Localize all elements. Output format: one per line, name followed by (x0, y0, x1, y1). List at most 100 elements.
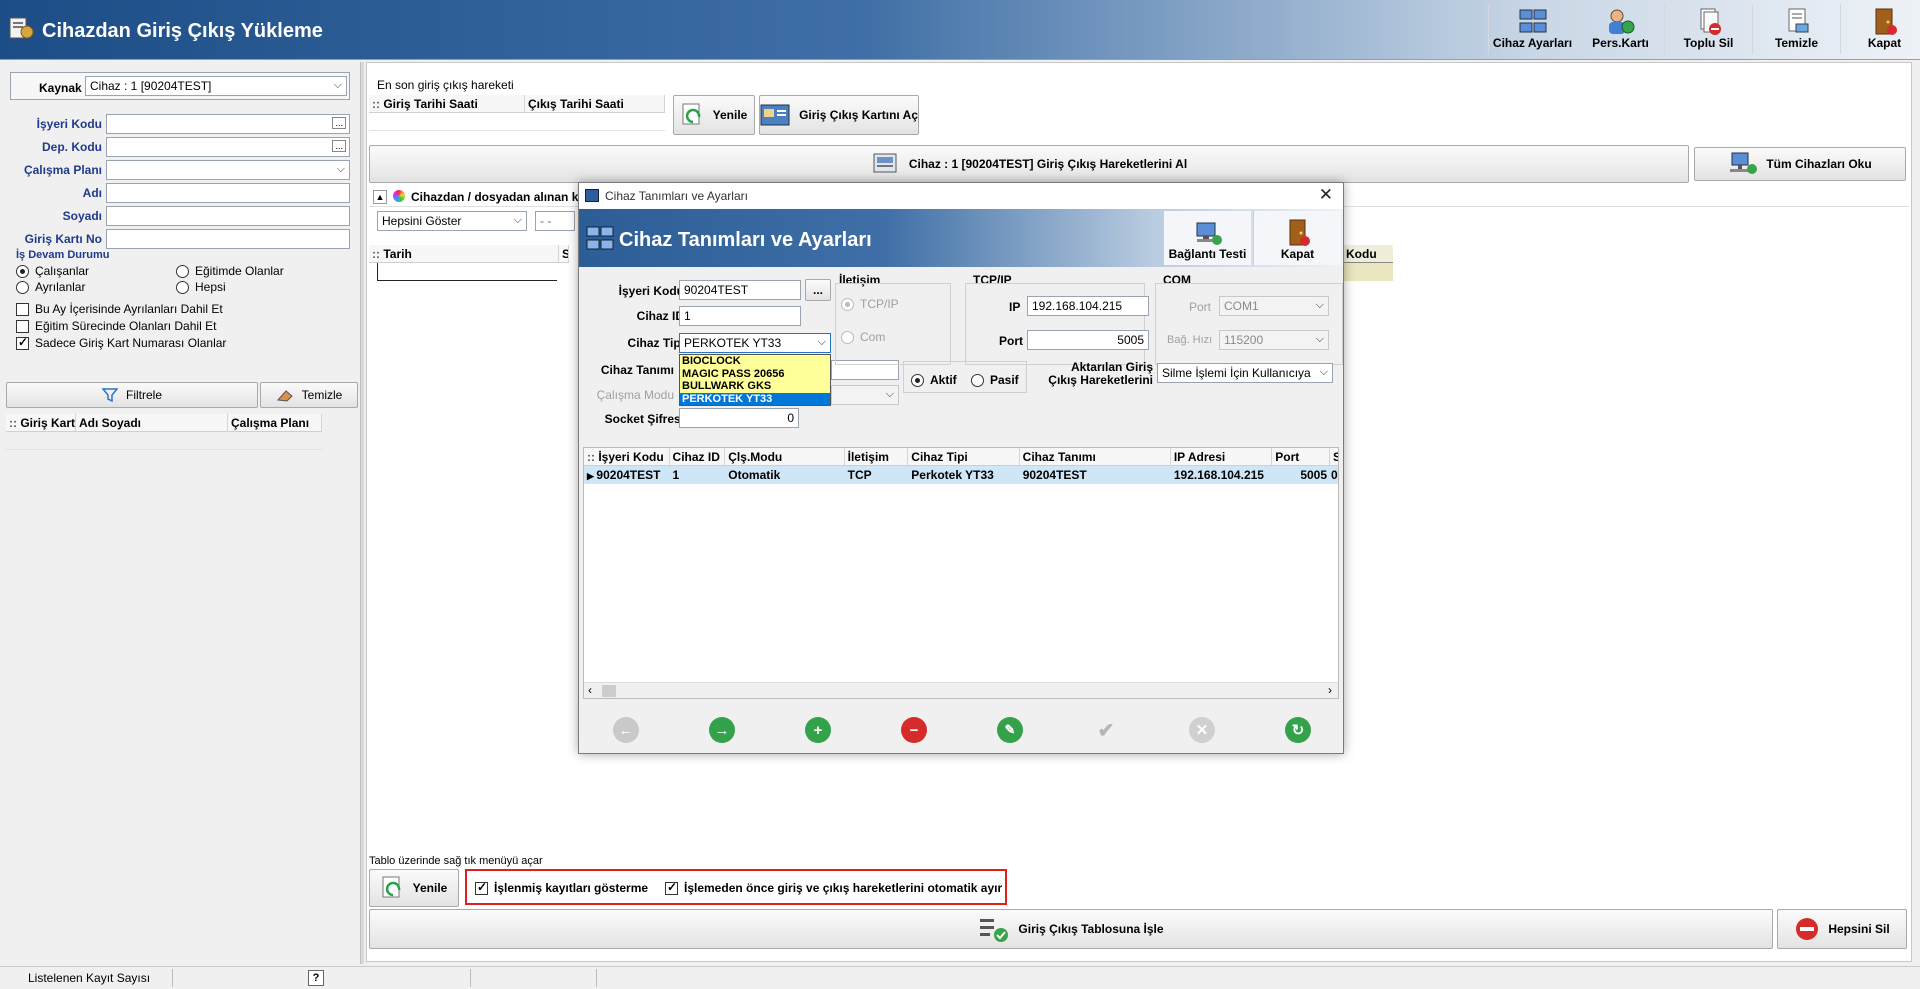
calisma-modu-select[interactable]: ⌵ (831, 385, 899, 405)
read-all-button[interactable]: Tüm Cihazları Oku (1694, 147, 1906, 181)
dialog-isyeri-kodu-input[interactable]: 90204TEST (679, 280, 801, 300)
filtrele-button[interactable]: Filtrele (6, 382, 258, 408)
baud-select[interactable]: 115200 ⌵ (1219, 330, 1329, 350)
ellipsis-button[interactable]: ... (332, 117, 346, 129)
nav-edit-button[interactable]: ✎ (997, 717, 1023, 743)
kaynak-select[interactable]: Cihaz : 1 [90204TEST] ⌵ (85, 76, 347, 96)
isyeri-kodu-label: İşyeri Kodu (36, 117, 102, 131)
cihaz-id-input[interactable]: 1 (679, 306, 801, 326)
personnel-card-button[interactable]: Pers.Kartı (1576, 4, 1664, 54)
calisma-plani-select[interactable]: ⌵ (106, 160, 350, 180)
isyeri-kodu-label: İşyeri Kodu (618, 284, 684, 298)
connection-test-button[interactable]: Bağlantı Testi (1163, 211, 1251, 265)
radio-aktif[interactable]: Aktif (911, 373, 957, 387)
panel-splitter[interactable] (360, 62, 364, 964)
radio-pasif[interactable]: Pasif (971, 373, 1019, 387)
grid-col-header[interactable]: Sa (559, 245, 569, 262)
grid-col-header[interactable]: İletişim (845, 448, 909, 465)
nav-cancel-button[interactable]: ✕ (1189, 717, 1215, 743)
grid-col-header[interactable]: Port (1272, 448, 1330, 465)
scroll-thumb[interactable] (602, 685, 616, 697)
scroll-right-icon[interactable]: › (1328, 683, 1332, 697)
nav-prev-button[interactable]: ← (613, 717, 639, 743)
adi-label: Adı (82, 186, 102, 200)
grid-col-header[interactable]: :: Tarih (369, 245, 559, 262)
card-open-button[interactable]: Giriş Çıkış Kartını Aç (759, 95, 919, 135)
help-button[interactable]: ? (308, 970, 324, 986)
nav-delete-button[interactable]: − (901, 717, 927, 743)
grid-col-header[interactable]: :: Giriş Tarihi Saati (369, 95, 525, 112)
dialog-titlebar[interactable]: Cihaz Tanımları ve Ayarları ✕ (579, 183, 1343, 209)
device-settings-button[interactable]: Cihaz Ayarları (1488, 4, 1576, 54)
table-row[interactable]: ▶ 90204TEST 1 Otomatik TCP Perkotek YT33… (584, 466, 1338, 484)
yenile-top-button[interactable]: Yenile (673, 95, 755, 135)
grid-col-header[interactable]: Çlş.Modu (725, 448, 845, 465)
devices-grid-icon (586, 226, 614, 250)
close-icon[interactable]: ✕ (1319, 185, 1333, 205)
dropdown-option[interactable]: BULLWARK GKS (680, 380, 830, 393)
kodu-col-header[interactable]: Kodu (1343, 245, 1393, 263)
grid-col-header[interactable]: Çıkış Tarihi Saati (525, 95, 665, 112)
collapse-up-icon[interactable]: ▲ (373, 190, 387, 204)
check-egitim-sureci[interactable]: Eğitim Sürecinde Olanları Dahil Et (16, 319, 216, 333)
date-input[interactable]: - - (535, 211, 575, 231)
delete-all-button[interactable]: Hepsini Sil (1777, 909, 1907, 949)
check-sadece-kart[interactable]: Sadece Giriş Kart Numarası Olanlar (16, 335, 226, 350)
nav-next-button[interactable]: → (709, 717, 735, 743)
calisma-modu-label: Çalışma Modu (596, 388, 674, 402)
show-filter-select[interactable]: Hepsini Göster ⌵ (377, 211, 527, 231)
dialog-window-title: Cihaz Tanımları ve Ayarları (605, 189, 748, 203)
isyeri-kodu-input[interactable]: ... (106, 114, 350, 134)
transfer-select[interactable]: Silme İşlemi İçin Kullanıcıya ⌵ (1157, 363, 1333, 383)
adi-input[interactable] (106, 183, 350, 203)
check-auto-split[interactable]: İşlemeden önce giriş ve çıkış hareketler… (665, 880, 1002, 895)
check-hide-processed[interactable]: İşlenmiş kayıtları gösterme (475, 880, 648, 895)
bulk-delete-button[interactable]: Toplu Sil (1664, 4, 1752, 54)
cihaz-tipi-select[interactable]: PERKOTEK YT33 ⌵ (679, 333, 831, 353)
nav-refresh-button[interactable]: ↻ (1285, 717, 1311, 743)
scroll-left-icon[interactable]: ‹ (588, 683, 592, 697)
card-open-icon (760, 104, 790, 126)
radio-ayrilanlar[interactable]: Ayrılanlar (16, 280, 85, 294)
radio-tcpip[interactable]: TCP/IP (841, 297, 899, 311)
nav-add-button[interactable]: + (805, 717, 831, 743)
radio-hepsi[interactable]: Hepsi (176, 280, 226, 294)
last-move-grid-header: :: Giriş Tarihi Saati Çıkış Tarihi Saati (369, 95, 665, 113)
close-app-button[interactable]: Kapat (1840, 4, 1920, 54)
grid-col-header[interactable]: :: İşyeri Kodu (584, 448, 670, 465)
check-bu-ay-ayrilan[interactable]: Bu Ay İçerisinde Ayrılanları Dahil Et (16, 302, 223, 316)
socket-sifresi-input[interactable]: 0 (679, 408, 799, 428)
dropdown-option[interactable]: MAGIC PASS 20656 (680, 368, 830, 381)
yenile-bottom-button[interactable]: Yenile (369, 869, 459, 907)
dialog-close-button[interactable]: Kapat (1253, 211, 1341, 265)
com-port-select[interactable]: COM1 ⌵ (1219, 296, 1329, 316)
grid-col-header[interactable]: Çalışma Planı (228, 414, 322, 431)
isyeri-browse-button[interactable]: ... (805, 279, 831, 301)
clear-button[interactable]: Temizle (1752, 4, 1840, 54)
ip-input[interactable]: 192.168.104.215 (1027, 296, 1149, 316)
radio-com[interactable]: Com (841, 330, 885, 344)
grid-col-header[interactable]: Cihaz ID (670, 448, 726, 465)
soyadi-input[interactable] (106, 206, 350, 226)
giris-karti-no-input[interactable] (106, 229, 350, 249)
ellipsis-button[interactable]: ... (332, 140, 346, 152)
dropdown-option[interactable]: BIOCLOCK (680, 355, 830, 368)
grid-col-header[interactable]: :: Giriş Kart (6, 414, 76, 431)
port-input[interactable]: 5005 (1027, 330, 1149, 350)
radio-egitimde[interactable]: Eğitimde Olanlar (176, 264, 284, 278)
get-moves-button[interactable]: Cihaz : 1 [90204TEST] Giriş Çıkış Hareke… (369, 145, 1689, 183)
nav-save-button[interactable]: ✔ (1093, 717, 1119, 743)
temizle-button[interactable]: Temizle (260, 382, 358, 408)
toolbar-label: Toplu Sil (1683, 36, 1734, 50)
grid-col-header[interactable]: Cihaz Tipi (908, 448, 1020, 465)
process-table-button[interactable]: Giriş Çıkış Tablosuna İşle (369, 909, 1773, 949)
grid-col-header[interactable]: S (1330, 448, 1338, 465)
dropdown-option-selected[interactable]: PERKOTEK YT33 (680, 392, 830, 405)
radio-calisanlar[interactable]: Çalışanlar (16, 264, 89, 278)
grid-col-header[interactable]: Adı Soyadı (76, 414, 228, 431)
dep-kodu-input[interactable]: ... (106, 137, 350, 157)
delete-circle-icon (1796, 918, 1819, 940)
horizontal-scrollbar[interactable]: ‹ › (584, 682, 1338, 698)
grid-col-header[interactable]: Cihaz Tanımı (1020, 448, 1171, 465)
grid-col-header[interactable]: IP Adresi (1171, 448, 1273, 465)
